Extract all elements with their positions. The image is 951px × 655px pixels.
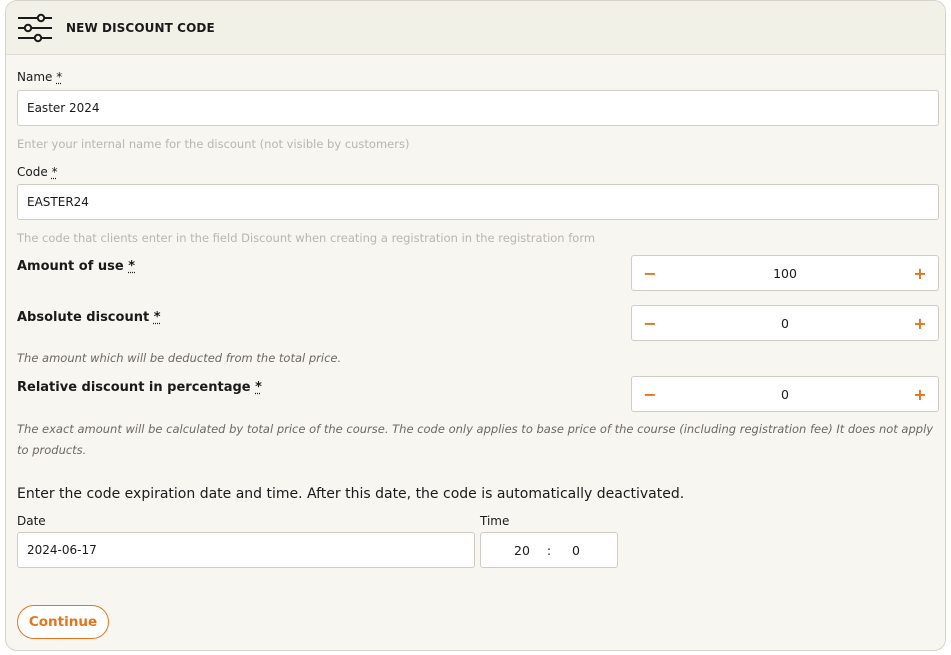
time-minute[interactable]: 0 (560, 543, 592, 558)
code-label: Code * (17, 165, 58, 179)
absolute-discount-label-text: Absolute discount (17, 310, 150, 325)
relative-discount-decrement-button[interactable]: − (632, 377, 668, 411)
required-mark: * (56, 70, 63, 84)
amount-of-use-value[interactable]: 100 (773, 266, 797, 281)
page-title: NEW DISCOUNT CODE (66, 20, 215, 35)
relative-discount-value[interactable]: 0 (781, 387, 789, 402)
relative-discount-label: Relative discount in percentage * (17, 380, 262, 395)
absolute-discount-stepper: − 0 + (631, 305, 939, 341)
name-label-text: Name (17, 70, 53, 84)
time-hour[interactable]: 20 (506, 543, 538, 558)
expiration-instructions: Enter the code expiration date and time.… (17, 486, 685, 502)
absolute-discount-label: Absolute discount * (17, 310, 161, 325)
relative-discount-help-text: The exact amount will be calculated by t… (17, 422, 934, 457)
time-separator: : (546, 542, 552, 558)
code-help-text: The code that clients enter in the field… (17, 231, 596, 245)
amount-of-use-decrement-button[interactable]: − (632, 256, 668, 290)
name-input[interactable] (17, 90, 939, 126)
date-input[interactable] (17, 532, 475, 568)
required-mark: * (153, 310, 161, 325)
amount-of-use-stepper: − 100 + (631, 255, 939, 291)
relative-discount-label-text: Relative discount in percentage (17, 380, 251, 395)
name-help-text: Enter your internal name for the discoun… (17, 137, 410, 151)
card-header: NEW DISCOUNT CODE (6, 1, 945, 55)
amount-of-use-label-text: Amount of use (17, 259, 124, 274)
relative-discount-stepper: − 0 + (631, 376, 939, 412)
name-label: Name * (17, 70, 62, 84)
required-mark: * (51, 165, 58, 179)
required-mark: * (255, 380, 262, 395)
code-input[interactable] (17, 184, 939, 220)
discount-form-card: NEW DISCOUNT CODE Name * Enter your inte… (5, 0, 946, 651)
amount-of-use-label: Amount of use * (17, 259, 135, 274)
time-label: Time (480, 514, 510, 528)
code-label-text: Code (17, 165, 48, 179)
amount-of-use-increment-button[interactable]: + (902, 256, 938, 290)
continue-button[interactable]: Continue (17, 605, 109, 639)
date-label: Date (17, 514, 46, 528)
relative-discount-increment-button[interactable]: + (902, 377, 938, 411)
sliders-icon (18, 13, 52, 42)
absolute-discount-help-text: The amount which will be deducted from t… (17, 351, 342, 365)
absolute-discount-decrement-button[interactable]: − (632, 306, 668, 340)
time-input[interactable]: 20 : 0 (480, 532, 618, 568)
absolute-discount-increment-button[interactable]: + (902, 306, 938, 340)
required-mark: * (128, 259, 136, 274)
absolute-discount-value[interactable]: 0 (781, 316, 789, 331)
